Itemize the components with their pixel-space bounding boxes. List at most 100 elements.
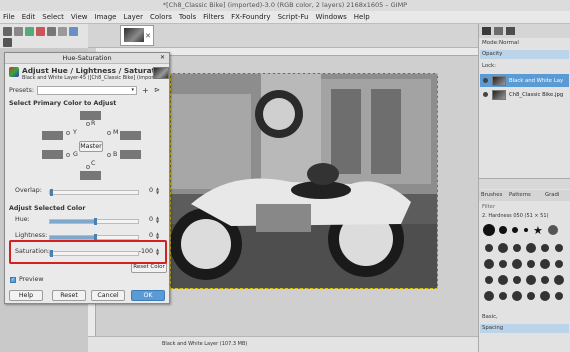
visibility-icon[interactable] bbox=[483, 92, 488, 97]
preset-menu-icon[interactable]: ⊳ bbox=[154, 86, 160, 94]
cancel-button[interactable]: Cancel bbox=[91, 290, 125, 301]
radio-c[interactable] bbox=[86, 165, 90, 169]
layer-preview-thumbnail bbox=[153, 67, 169, 79]
paths-tab-icon[interactable] bbox=[506, 27, 515, 35]
hue-label: Hue: bbox=[15, 216, 30, 223]
radio-b[interactable] bbox=[107, 153, 111, 157]
lightness-value[interactable]: 0 bbox=[133, 232, 153, 239]
hue-saturation-dialog: Hue-Saturation ✕ Adjust Hue / Lightness … bbox=[4, 52, 170, 304]
layer-name[interactable]: Black and White Lay bbox=[509, 78, 563, 84]
brush-grid[interactable]: ★ bbox=[481, 222, 567, 312]
reset-button[interactable]: Reset bbox=[52, 290, 86, 301]
rect-select-icon[interactable] bbox=[3, 27, 12, 36]
overlap-value[interactable]: 0 bbox=[133, 187, 153, 194]
label-g: G bbox=[73, 151, 78, 158]
tab-brushes[interactable]: Brushes bbox=[481, 192, 502, 198]
adjust-selected-label: Adjust Selected Color bbox=[9, 205, 86, 212]
preview-label: Preview bbox=[19, 276, 44, 283]
image-tab[interactable]: ✕ bbox=[120, 25, 154, 46]
preview-checkbox[interactable]: ✓ bbox=[10, 277, 16, 283]
mode-value[interactable]: Normal bbox=[499, 40, 519, 46]
green-swatch[interactable] bbox=[42, 150, 63, 159]
menu-filters[interactable]: Filters bbox=[203, 13, 224, 21]
close-icon[interactable]: ✕ bbox=[160, 54, 165, 61]
slider-handle[interactable] bbox=[50, 189, 53, 196]
menu-fx-foundry[interactable]: FX-Foundry bbox=[231, 13, 270, 21]
add-preset-icon[interactable]: + bbox=[142, 86, 149, 95]
layer-row[interactable]: Black and White Lay bbox=[480, 74, 569, 87]
ellipse-select-icon[interactable] bbox=[14, 27, 23, 36]
overlap-label: Overlap: bbox=[15, 187, 42, 194]
red-swatch[interactable] bbox=[80, 111, 101, 120]
free-select-icon[interactable] bbox=[25, 27, 34, 36]
layer-thumbnail bbox=[492, 89, 506, 100]
move-icon[interactable] bbox=[58, 27, 67, 36]
hue-saturation-icon bbox=[9, 67, 19, 77]
menu-view[interactable]: View bbox=[71, 13, 88, 21]
spin-arrows-icon[interactable]: ▲ ▼ bbox=[156, 232, 159, 240]
layer-row[interactable]: Ch8_Classic Bike.jpg bbox=[480, 88, 569, 101]
label-b: B bbox=[113, 151, 118, 158]
menu-tools[interactable]: Tools bbox=[179, 13, 196, 21]
dialog-subtitle: Black and White Layer-45 ([Ch8_Classic B… bbox=[22, 75, 158, 81]
menu-select[interactable]: Select bbox=[42, 13, 64, 21]
magenta-swatch[interactable] bbox=[120, 131, 141, 140]
hue-value[interactable]: 0 bbox=[133, 216, 153, 223]
label-y: Y bbox=[73, 129, 77, 136]
radio-r[interactable] bbox=[86, 122, 90, 126]
lightness-label: Lightness: bbox=[15, 232, 48, 239]
brush-tab-row: Brushes Patterns Gradi bbox=[479, 190, 570, 201]
radio-y[interactable] bbox=[66, 131, 70, 135]
brush-filter[interactable]: Filter bbox=[482, 204, 495, 210]
label-c: C bbox=[91, 160, 96, 167]
yellow-swatch[interactable] bbox=[42, 131, 63, 140]
menu-file[interactable]: File bbox=[3, 13, 15, 21]
dock-tabs bbox=[479, 24, 570, 38]
channels-tab-icon[interactable] bbox=[494, 27, 503, 35]
spin-arrows-icon[interactable]: ▲ ▼ bbox=[156, 216, 159, 224]
paint-icon[interactable] bbox=[3, 38, 12, 47]
hue-fill bbox=[50, 220, 94, 223]
menu-edit[interactable]: Edit bbox=[22, 13, 36, 21]
menu-layer[interactable]: Layer bbox=[123, 13, 143, 21]
presets-dropdown[interactable]: ▾ bbox=[37, 86, 137, 95]
toolbox bbox=[0, 24, 88, 48]
label-r: R bbox=[91, 120, 96, 127]
chevron-down-icon: ▾ bbox=[131, 87, 134, 93]
layer-name[interactable]: Ch8_Classic Bike.jpg bbox=[509, 92, 563, 98]
master-button[interactable]: Master bbox=[79, 141, 103, 152]
cyan-swatch[interactable] bbox=[80, 171, 101, 180]
right-dock: Mode: Normal Opacity Lock: Black and Whi… bbox=[478, 24, 570, 352]
radio-m[interactable] bbox=[107, 131, 111, 135]
image-thumbnail bbox=[124, 28, 144, 42]
opacity-slider[interactable]: Opacity bbox=[480, 50, 569, 59]
dialog-title: Hue-Saturation bbox=[5, 53, 169, 64]
menu-colors[interactable]: Colors bbox=[150, 13, 172, 21]
spin-arrows-icon[interactable]: ▲ ▼ bbox=[156, 187, 159, 195]
tab-patterns[interactable]: Patterns bbox=[509, 192, 531, 198]
overlap-slider[interactable] bbox=[49, 189, 139, 196]
layers-tab-icon[interactable] bbox=[482, 27, 491, 35]
spacing-slider[interactable]: Spacing bbox=[480, 324, 569, 333]
layer-thumbnail bbox=[492, 75, 506, 86]
close-icon[interactable]: ✕ bbox=[145, 32, 151, 40]
menu-help[interactable]: Help bbox=[354, 13, 370, 21]
help-button[interactable]: Help bbox=[9, 290, 43, 301]
menu-image[interactable]: Image bbox=[95, 13, 117, 21]
blue-swatch[interactable] bbox=[120, 150, 141, 159]
radio-g[interactable] bbox=[66, 153, 70, 157]
hue-slider[interactable] bbox=[49, 218, 139, 225]
canvas-photo[interactable] bbox=[170, 73, 438, 289]
saturation-highlight bbox=[9, 240, 167, 264]
lightness-fill bbox=[50, 236, 94, 239]
crop-icon[interactable] bbox=[47, 27, 56, 36]
brush-name: 2. Hardness 050 (51 × 51) bbox=[482, 213, 549, 219]
visibility-icon[interactable] bbox=[483, 78, 488, 83]
ok-button[interactable]: OK bbox=[131, 290, 165, 301]
menu-windows[interactable]: Windows bbox=[315, 13, 346, 21]
text-icon[interactable] bbox=[69, 27, 78, 36]
tab-gradients[interactable]: Gradi bbox=[545, 192, 559, 198]
menu-script-fu[interactable]: Script-Fu bbox=[278, 13, 309, 21]
slider-handle[interactable] bbox=[94, 218, 97, 225]
fuzzy-select-icon[interactable] bbox=[36, 27, 45, 36]
